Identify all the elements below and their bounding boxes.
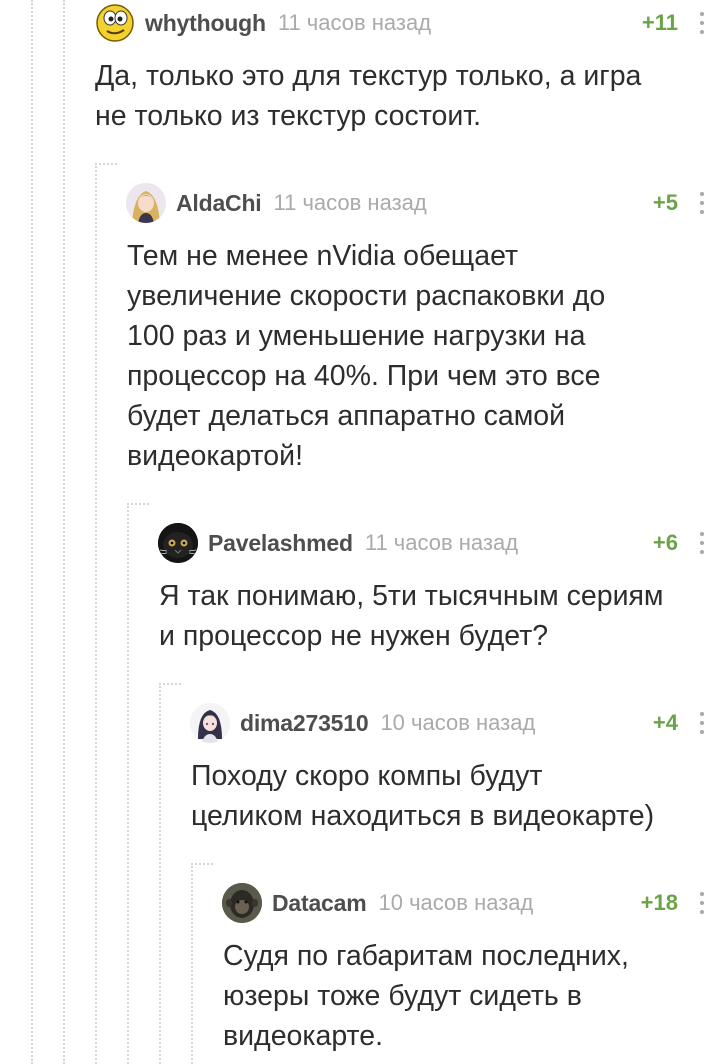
comment-rating: +18 [640, 890, 678, 915]
comment-username[interactable]: Datacam [272, 890, 367, 917]
monkey-avatar-icon [222, 883, 262, 923]
avatar[interactable] [190, 703, 230, 743]
comment-header: Pavelashmed 11 часов назад +6 [158, 523, 720, 563]
avatar[interactable] [158, 523, 198, 563]
more-options-icon[interactable] [694, 708, 710, 738]
comment-text: Я так понимаю, 5ти тысячным сериям и про… [159, 580, 664, 652]
comment-username[interactable]: Pavelashmed [208, 530, 353, 557]
comment-time: 11 часов назад [277, 10, 432, 35]
comment-header: AldaChi 11 часов назад +5 [126, 183, 720, 223]
thread-branch-line [159, 683, 181, 685]
avatar[interactable] [222, 883, 262, 923]
thread-line-level-4 [159, 683, 161, 1064]
more-options-icon[interactable] [694, 888, 710, 918]
comment-text: Судя по габаритам последних, юзеры тоже … [223, 940, 629, 1052]
comment-rating: +11 [641, 10, 678, 35]
comment-username[interactable]: dima273510 [240, 710, 369, 737]
comment-username[interactable]: AldaChi [176, 190, 262, 217]
comment-username[interactable]: whythough [145, 10, 266, 37]
thread-branch-line [95, 163, 117, 165]
avatar[interactable] [126, 183, 166, 223]
comment-rating: +5 [652, 190, 678, 215]
comment-header: Datacam 10 часов назад +18 [222, 883, 720, 923]
anime-girl-dark-avatar-icon [190, 703, 230, 743]
comment-text: Да, только это для текстур только, а игр… [95, 60, 642, 132]
thread-branch-line [191, 863, 213, 865]
comment-text: Походу скоро компы будут целиком находит… [191, 760, 655, 832]
more-options-icon[interactable] [694, 8, 710, 38]
comment-header: dima273510 10 часов назад +4 [190, 703, 720, 743]
thread-branch-line [127, 503, 149, 505]
more-options-icon[interactable] [694, 188, 710, 218]
comment-time: 11 часов назад [364, 530, 519, 555]
thread-line-level-1 [63, 0, 65, 1064]
comment-rating: +6 [652, 530, 678, 555]
comment-text: Тем не менее nVidia обещает увеличение с… [127, 240, 606, 472]
comment-time: 10 часов назад [378, 890, 534, 915]
thread-line-level-0 [31, 0, 33, 1064]
thread-line-level-3 [127, 503, 129, 1064]
black-cat-avatar-icon [158, 523, 198, 563]
comment-rating: +4 [652, 710, 678, 735]
more-options-icon[interactable] [694, 528, 710, 558]
comment-time: 10 часов назад [380, 710, 536, 735]
avatar[interactable] [95, 3, 135, 43]
thread-line-level-2 [95, 163, 97, 1064]
yellow-cartoon-face-icon [96, 4, 134, 42]
comment-header: whythough 11 часов назад +11 [95, 3, 720, 43]
anime-girl-avatar-icon [126, 183, 166, 223]
thread-line-level-5 [191, 863, 193, 1064]
comment-time: 11 часов назад [273, 190, 427, 215]
